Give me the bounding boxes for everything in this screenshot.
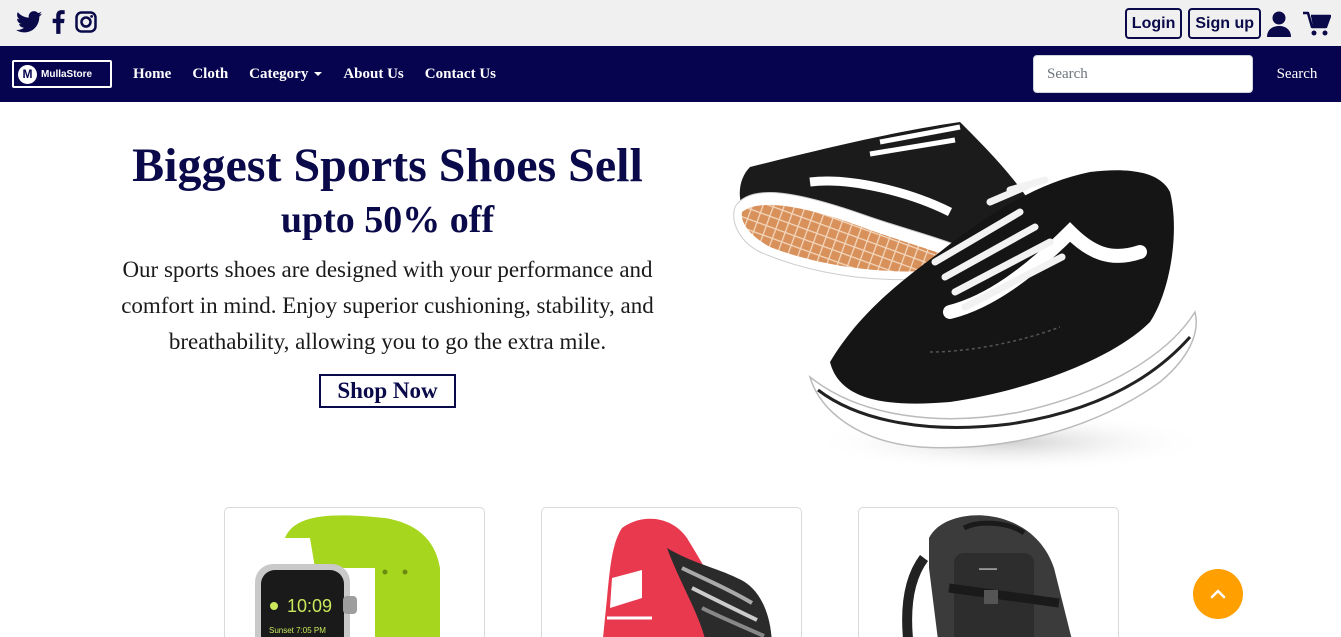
nav-cloth[interactable]: Cloth <box>192 66 228 83</box>
top-bar: Login Sign up <box>0 0 1341 46</box>
product-card-watch[interactable]: 10:09 Sunset 7:05 PM <box>224 507 485 637</box>
watch-subtext: Sunset 7:05 PM <box>269 626 326 635</box>
nav-category-label: Category <box>249 65 309 82</box>
logo-text: MullaStore <box>41 68 93 80</box>
sneaker-image <box>603 518 772 637</box>
caret-down-icon <box>314 72 323 76</box>
cart-icon[interactable] <box>1303 11 1331 37</box>
nav-contact[interactable]: Contact Us <box>425 66 496 83</box>
main-navbar: M MullaStore Home Cloth Category About U… <box>0 46 1341 102</box>
store-logo[interactable]: M MullaStore <box>12 60 112 88</box>
svg-text:▬▬▬: ▬▬▬ <box>979 566 997 572</box>
product-card-sneaker[interactable] <box>541 507 802 637</box>
twitter-icon[interactable] <box>16 11 42 33</box>
search-button[interactable]: Search <box>1263 55 1331 93</box>
search-input[interactable] <box>1033 55 1253 93</box>
chevron-up-icon <box>1210 589 1226 599</box>
nav-home[interactable]: Home <box>133 66 171 83</box>
hero-shoe-image <box>690 112 1210 482</box>
login-button[interactable]: Login <box>1124 8 1183 39</box>
logo-mark: M <box>18 64 37 84</box>
social-links <box>16 10 97 34</box>
signup-button[interactable]: Sign up <box>1188 8 1261 39</box>
nav-links: Home Cloth Category About Us Contact Us <box>133 46 496 102</box>
hero-description: Our sports shoes are designed with your … <box>121 257 654 354</box>
hero-text: Biggest Sports Shoes Sell upto 50% off O… <box>100 138 675 408</box>
instagram-icon[interactable] <box>75 11 97 33</box>
auth-area: Login Sign up <box>1124 8 1331 39</box>
product-card-backpack[interactable]: ▬▬▬ <box>858 507 1119 637</box>
watch-time: 10:09 <box>287 596 332 616</box>
hero-title: Biggest Sports Shoes Sell <box>132 139 643 192</box>
user-icon[interactable] <box>1267 11 1291 37</box>
nav-category-dropdown[interactable]: Category <box>249 65 323 83</box>
shop-now-button[interactable]: Shop Now <box>319 374 456 408</box>
hero-subtitle: upto 50% off <box>280 199 495 241</box>
watch-image: 10:09 Sunset 7:05 PM <box>255 515 440 637</box>
backpack-image: ▬▬▬ <box>902 515 1072 637</box>
scroll-to-top-button[interactable] <box>1193 569 1243 619</box>
nav-about[interactable]: About Us <box>343 66 403 83</box>
facebook-icon[interactable] <box>52 10 65 34</box>
